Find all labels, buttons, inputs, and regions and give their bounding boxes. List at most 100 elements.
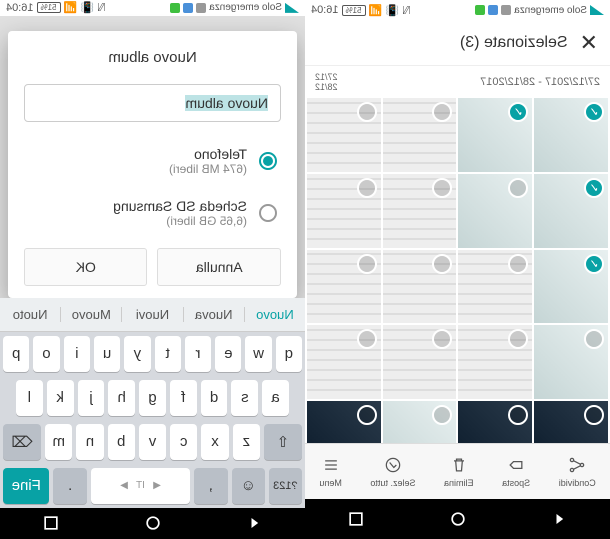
photo-thumb[interactable] (307, 98, 381, 172)
suggestion[interactable]: Nuovi (121, 307, 182, 322)
key[interactable]: y (124, 336, 150, 372)
key[interactable]: f (170, 380, 197, 416)
select-circle-icon[interactable] (357, 102, 377, 122)
recent-nav-icon[interactable] (41, 513, 61, 533)
selected-check-icon[interactable] (584, 102, 604, 122)
key[interactable]: q (276, 336, 302, 372)
key[interactable]: w (245, 336, 271, 372)
close-icon[interactable]: ✕ (580, 30, 598, 56)
wifi-icon: 📶 (64, 1, 78, 14)
selected-check-icon[interactable] (584, 178, 604, 198)
select-circle-icon[interactable] (357, 254, 377, 274)
photo-thumb[interactable] (534, 401, 608, 443)
key[interactable]: m (45, 424, 72, 460)
storage-option-phone[interactable]: Telefono (674 MB liberi) (24, 140, 281, 182)
select-all-button[interactable]: Selez. tutto (370, 455, 415, 488)
key[interactable]: z (233, 424, 260, 460)
menu-button[interactable]: Menu (319, 455, 342, 488)
share-button[interactable]: Condividi (559, 455, 596, 488)
photo-thumb[interactable] (534, 174, 608, 248)
home-nav-icon[interactable] (448, 509, 468, 529)
delete-button[interactable]: Elimina (444, 455, 474, 488)
key[interactable]: s (231, 380, 258, 416)
photo-thumb[interactable] (459, 174, 533, 248)
selected-check-icon[interactable] (584, 254, 604, 274)
backspace-key[interactable]: ⌫ (3, 424, 41, 460)
select-circle-icon[interactable] (357, 178, 377, 198)
key[interactable]: a (262, 380, 289, 416)
spacebar[interactable]: ◀ IT ▶ (91, 468, 191, 504)
key[interactable]: o (33, 336, 59, 372)
select-circle-icon[interactable] (584, 329, 604, 349)
select-circle-icon[interactable] (433, 405, 453, 425)
photo-thumb[interactable] (383, 401, 457, 443)
storage-option-sd[interactable]: Scheda SD Samsung (6,65 GB liberi) (24, 192, 281, 234)
select-circle-icon[interactable] (508, 405, 528, 425)
move-button[interactable]: Sposta (502, 455, 530, 488)
photo-thumb[interactable] (307, 401, 381, 443)
key[interactable]: k (47, 380, 74, 416)
photo-thumb[interactable] (534, 325, 608, 399)
photo-thumb[interactable] (307, 250, 381, 324)
key[interactable]: b (108, 424, 135, 460)
select-circle-icon[interactable] (357, 329, 377, 349)
photo-thumb[interactable] (307, 325, 381, 399)
selected-check-icon[interactable] (508, 102, 528, 122)
select-circle-icon[interactable] (433, 178, 453, 198)
key[interactable]: r (185, 336, 211, 372)
key[interactable]: u (94, 336, 120, 372)
suggestion[interactable]: Nuoto (0, 307, 60, 322)
key[interactable]: c (170, 424, 197, 460)
photo-thumb[interactable] (534, 98, 608, 172)
key[interactable]: p (3, 336, 29, 372)
key[interactable]: l (16, 380, 43, 416)
select-circle-icon[interactable] (433, 102, 453, 122)
key[interactable]: n (76, 424, 103, 460)
cancel-button[interactable]: Annulla (158, 248, 282, 286)
key[interactable]: x (201, 424, 228, 460)
select-circle-icon[interactable] (433, 254, 453, 274)
key[interactable]: h (108, 380, 135, 416)
select-circle-icon[interactable] (357, 405, 377, 425)
key[interactable]: g (139, 380, 166, 416)
comma-key[interactable]: , (194, 468, 227, 504)
back-nav-icon[interactable] (244, 513, 264, 533)
recent-nav-icon[interactable] (346, 509, 366, 529)
suggestion[interactable]: Muovo (60, 307, 121, 322)
photo-thumb[interactable] (459, 325, 533, 399)
photo-thumb[interactable] (459, 250, 533, 324)
select-circle-icon[interactable] (508, 329, 528, 349)
photo-thumb[interactable] (383, 98, 457, 172)
key[interactable]: d (201, 380, 228, 416)
photo-thumb[interactable] (383, 250, 457, 324)
key[interactable]: t (155, 336, 181, 372)
ok-button[interactable]: OK (24, 248, 148, 286)
radio-checked-icon[interactable] (259, 152, 277, 170)
symbols-key[interactable]: ?123 (269, 468, 302, 504)
shift-key[interactable]: ⇧ (264, 424, 302, 460)
period-key[interactable]: . (53, 468, 86, 504)
vibrate-icon: 📳 (385, 4, 399, 17)
photo-thumb[interactable] (459, 98, 533, 172)
home-nav-icon[interactable] (143, 513, 163, 533)
photo-thumb[interactable] (534, 250, 608, 324)
photo-thumb[interactable] (459, 401, 533, 443)
radio-unchecked-icon[interactable] (259, 204, 277, 222)
key[interactable]: v (139, 424, 166, 460)
select-circle-icon[interactable] (433, 329, 453, 349)
emoji-key[interactable]: ☺ (232, 468, 265, 504)
key[interactable]: j (78, 380, 105, 416)
select-circle-icon[interactable] (508, 178, 528, 198)
select-circle-icon[interactable] (584, 405, 604, 425)
photo-thumb[interactable] (383, 325, 457, 399)
photo-thumb[interactable] (383, 174, 457, 248)
suggestion[interactable]: Nuova (183, 307, 244, 322)
back-nav-icon[interactable] (549, 509, 569, 529)
photo-thumb[interactable] (307, 174, 381, 248)
select-circle-icon[interactable] (508, 254, 528, 274)
key[interactable]: e (215, 336, 241, 372)
suggestion[interactable]: Nuovo (244, 307, 305, 322)
key[interactable]: i (64, 336, 90, 372)
done-key[interactable]: Fine (3, 468, 50, 504)
album-name-input[interactable]: Nuovo album (24, 84, 281, 122)
